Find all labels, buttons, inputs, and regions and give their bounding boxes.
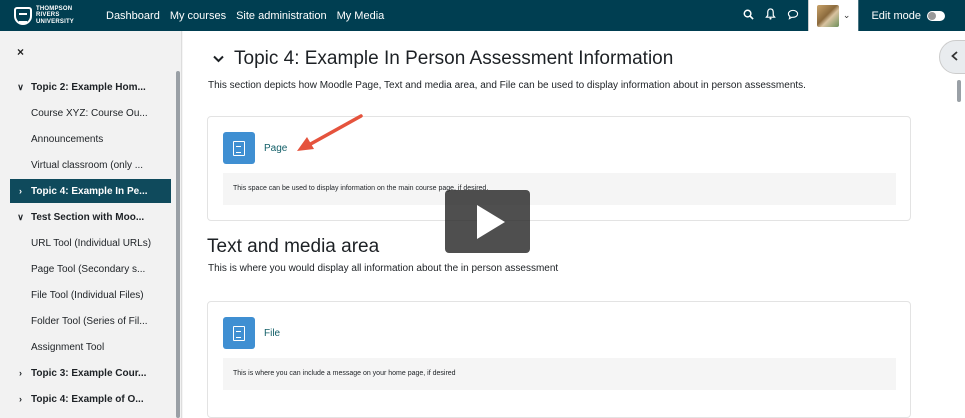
edit-mode-toggle[interactable] [927, 10, 945, 21]
primary-navigation: Dashboard My courses Site administration… [106, 10, 384, 22]
video-play-button[interactable] [445, 190, 530, 253]
course-content: Topic 4: Example In Person Assessment In… [183, 31, 965, 418]
edit-mode-control: Edit mode [858, 0, 965, 31]
university-logo[interactable]: THOMPSON RIVERS UNIVERSITY [14, 6, 100, 26]
user-menu[interactable]: ⌄ [807, 0, 859, 31]
course-index-section[interactable]: › Topic 4: Example of O... [10, 387, 171, 411]
annotation-arrow-icon [297, 114, 363, 151]
file-activity: File [223, 317, 280, 349]
chevron-right-icon: › [19, 368, 22, 378]
play-icon [476, 204, 505, 239]
topic-heading: Topic 4: Example In Person Assessment In… [213, 48, 673, 70]
chevron-left-icon [950, 50, 958, 64]
item-label: URL Tool (Individual URLs) [31, 237, 152, 249]
chevron-down-icon: ∨ [17, 211, 24, 222]
course-index-section[interactable]: ∨ Test Section with Moo... [10, 205, 171, 229]
item-label: Folder Tool (Series of Fil... [31, 315, 148, 327]
course-index-item[interactable]: Announcements [10, 127, 171, 151]
nav-my-courses[interactable]: My courses [170, 10, 226, 22]
item-label: Virtual classroom (only ... [31, 159, 144, 171]
course-index-item[interactable]: Virtual classroom (only ... [10, 153, 171, 177]
file-activity-description: This is where you can include a message … [223, 358, 896, 390]
page-activity-description: This space can be used to display inform… [223, 173, 896, 205]
page-activity: Page [223, 132, 287, 164]
chevron-down-icon: ⌄ [842, 10, 851, 20]
chevron-right-icon: › [19, 186, 22, 196]
avatar [816, 4, 839, 27]
file-activity-card: File This is where you can include a mes… [207, 301, 911, 418]
block-drawer-toggle[interactable] [939, 40, 965, 74]
top-navbar: THOMPSON RIVERS UNIVERSITY Dashboard My … [0, 0, 965, 31]
topic-title: Topic 4: Example In Person Assessment In… [234, 48, 674, 69]
search-icon[interactable] [738, 9, 760, 23]
chevron-right-icon: › [19, 394, 22, 404]
topic-description: This section depicts how Moodle Page, Te… [208, 80, 806, 91]
item-label: Page Tool (Secondary s... [31, 263, 146, 275]
section-label: Topic 2: Example Hom... [31, 81, 146, 93]
course-index-section[interactable]: › Topic 3: Example Cour... [10, 361, 171, 385]
section-label: Topic 4: Example In Pe... [31, 185, 148, 197]
nav-my-media[interactable]: My Media [337, 10, 385, 22]
item-label: Announcements [31, 133, 104, 145]
item-label: Assignment Tool [31, 341, 105, 353]
bell-icon[interactable] [760, 8, 782, 23]
logo-line-3: UNIVERSITY [36, 18, 75, 25]
content-scrollbar[interactable] [957, 80, 961, 102]
section-label: Topic 3: Example Cour... [31, 367, 147, 379]
text-media-description: This is where you would display all info… [208, 263, 559, 274]
section-label: Test Section with Moo... [31, 211, 145, 223]
course-index-item[interactable]: URL Tool (Individual URLs) [10, 231, 171, 255]
course-index-section-active[interactable]: › Topic 4: Example In Pe... [10, 179, 171, 203]
chevron-down-icon[interactable] [213, 52, 224, 66]
page-activity-link[interactable]: Page [264, 143, 287, 154]
course-index-item[interactable]: Course XYZ: Course Ou... [10, 101, 171, 125]
chat-icon[interactable] [782, 9, 804, 23]
item-label: Course XYZ: Course Ou... [31, 107, 148, 119]
file-activity-link[interactable]: File [264, 328, 280, 339]
course-index-item[interactable]: Page Tool (Secondary s... [10, 257, 171, 281]
shield-logo-icon [14, 6, 32, 25]
file-icon[interactable] [223, 317, 255, 349]
course-index-item[interactable]: Assignment Tool [10, 335, 171, 359]
nav-dashboard[interactable]: Dashboard [106, 10, 160, 22]
course-index-section[interactable]: ∨ Topic 2: Example Hom... [10, 75, 171, 99]
chevron-down-icon: ∨ [17, 81, 24, 92]
item-label: File Tool (Individual Files) [31, 289, 144, 301]
edit-mode-label: Edit mode [871, 9, 921, 22]
navbar-right: ⌄ Edit mode [738, 0, 965, 31]
page-icon[interactable] [223, 132, 255, 164]
drawer-scrollbar[interactable] [176, 71, 180, 418]
close-icon[interactable]: × [17, 45, 24, 59]
text-media-heading: Text and media area [207, 236, 380, 257]
course-index-item[interactable]: File Tool (Individual Files) [10, 283, 171, 307]
nav-site-administration[interactable]: Site administration [236, 10, 327, 22]
course-index-drawer: × ∨ Topic 2: Example Hom... Course XYZ: … [0, 31, 182, 418]
course-index-item[interactable]: Folder Tool (Series of Fil... [10, 309, 171, 333]
section-label: Topic 4: Example of O... [31, 393, 144, 405]
